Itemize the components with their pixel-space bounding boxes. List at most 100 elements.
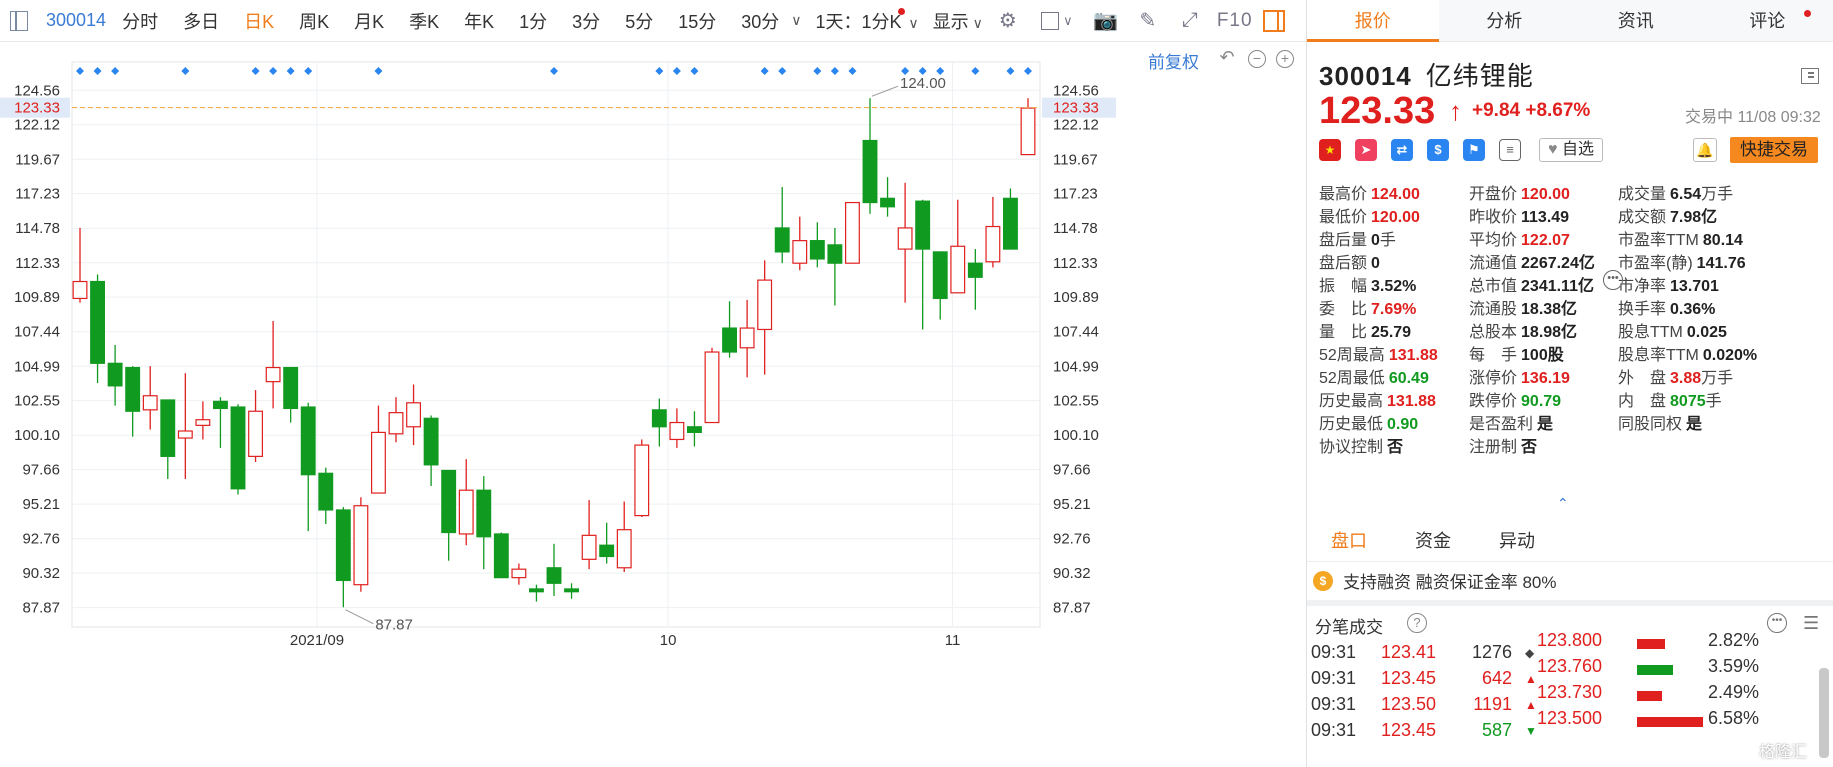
stat-value: 3.52% (1371, 278, 1417, 295)
subtab-orderbook[interactable]: 盘口 (1307, 522, 1391, 561)
stat-value: 0 (1371, 255, 1380, 272)
quote-stat: 流通值 2267.24亿 (1469, 249, 1595, 273)
shuffle-icon[interactable]: ⇄ (1391, 139, 1413, 161)
quick-trade-button[interactable]: 快捷交易 (1730, 137, 1818, 163)
stat-label: 盘后量 (1319, 232, 1368, 249)
camera-icon[interactable]: 📷 (1091, 6, 1121, 36)
stat-value: 25.79 (1371, 324, 1412, 341)
candle-up (581, 534, 597, 560)
stat-label: 历史最高 (1319, 393, 1384, 410)
panel-tabs: 报价 分析 资讯 评论 (1307, 0, 1833, 42)
candle-down (441, 469, 457, 534)
event-marker (901, 67, 910, 75)
candle-up (353, 505, 369, 586)
stat-label: 总市值 (1469, 278, 1518, 295)
y-tick-right: 107.44 (1053, 324, 1099, 341)
stock-name: 亿纬锂能 (1425, 61, 1534, 91)
period-quarter-k[interactable]: 季K (409, 8, 439, 34)
period-combo-select[interactable]: 1天：1分K (816, 7, 919, 34)
help-icon[interactable]: ? (1407, 613, 1427, 633)
stat-value: 是 (1537, 416, 1554, 433)
event-marker (550, 67, 558, 75)
fullscreen-icon[interactable]: ⤢ (1175, 6, 1205, 36)
candlestick-chart: 124.56 124.56 122.12 122.12 119.67 119.67 117.… (0, 61, 1116, 649)
f10-button[interactable]: F10 (1217, 10, 1253, 32)
tab-quote[interactable]: 报价 (1307, 0, 1439, 42)
period-30min[interactable]: 30分 (741, 8, 779, 34)
stat-value: 13.701 (1670, 278, 1719, 295)
stat-value: 8075手 (1670, 393, 1722, 410)
stat-label: 成交量 (1618, 186, 1667, 203)
stat-label: 注册制 (1469, 439, 1518, 456)
candle-up (142, 395, 158, 411)
collapse-chevron-icon[interactable]: ⌃ (1557, 495, 1569, 512)
stock-code-link[interactable]: 300014 (46, 10, 106, 31)
quote-stat: 成交量 6.54万手 (1618, 180, 1733, 204)
period-3min[interactable]: 3分 (572, 8, 600, 34)
price-ladder-row[interactable]: 123.500 6.58% (1537, 708, 1827, 738)
subtab-fund[interactable]: 资金 (1391, 522, 1475, 561)
period-15min[interactable]: 15分 (678, 8, 716, 34)
runner-icon[interactable]: ➤ (1355, 139, 1377, 161)
tick-list-scrollbar[interactable] (1819, 668, 1829, 758)
draw-pen-icon[interactable]: ✎ (1133, 6, 1163, 36)
event-marker (251, 67, 260, 75)
period-1min[interactable]: 1分 (519, 8, 547, 34)
event-marker (848, 67, 857, 75)
stat-value: 90.79 (1521, 393, 1562, 410)
period-multiday[interactable]: 多日 (183, 8, 219, 34)
event-marker (830, 67, 839, 75)
candle-down (107, 362, 123, 387)
tag-icon[interactable]: ⚑ (1463, 139, 1485, 161)
candle-down (283, 366, 299, 410)
sidebar-toggle-icon[interactable] (10, 10, 28, 31)
period-week-k[interactable]: 周K (299, 8, 329, 34)
stat-value: 7.98亿 (1670, 209, 1718, 226)
period-day-k[interactable]: 日K (244, 8, 274, 34)
y-tick-left: 92.76 (22, 531, 60, 548)
overlay-select-icon[interactable]: ∨ (1035, 6, 1079, 36)
candle-down (318, 472, 334, 511)
bell-icon[interactable]: 🔔 (1693, 138, 1717, 162)
subtab-movement[interactable]: 异动 (1475, 522, 1559, 561)
quote-stat: 昨收价 113.49 (1469, 203, 1569, 227)
tick-volume: 1276 (1471, 642, 1512, 662)
candle-up (458, 489, 474, 535)
dollar-icon[interactable]: $ (1427, 139, 1449, 161)
stat-label: 市净率 (1618, 278, 1667, 295)
more-options-icon[interactable]: ••• (1767, 613, 1787, 633)
period-year-k[interactable]: 年K (464, 8, 494, 34)
display-dropdown[interactable]: 显示 (933, 8, 983, 34)
china-flag-icon[interactable]: ★ (1319, 139, 1341, 161)
kline-chart-area[interactable]: 前复权 ↶ − + 124.56 124.56 122.12 122.12 119.67… (0, 42, 1306, 767)
tab-news[interactable]: 资讯 (1570, 0, 1702, 41)
quote-stat: 是否盈利是 (1469, 410, 1553, 434)
tick-direction-icon: ▼ (1525, 724, 1537, 738)
tab-analysis[interactable]: 分析 (1439, 0, 1571, 41)
candle-down (546, 567, 562, 584)
period-5min[interactable]: 5分 (625, 8, 653, 34)
period-month-k[interactable]: 月K (354, 8, 384, 34)
menu-icon[interactable]: ☰ (1803, 614, 1819, 632)
stat-unit: 万手 (1701, 370, 1734, 387)
stat-label: 平均价 (1469, 232, 1518, 249)
tick-volume: 587 (1481, 720, 1512, 740)
right-panel-toggle-icon[interactable] (1262, 9, 1285, 32)
settings-gear-icon[interactable]: ⚙ (993, 6, 1023, 36)
price-tag-right: 123.33 (1053, 100, 1099, 117)
stat-value: 120.00 (1371, 209, 1420, 226)
quote-stat: 盘后额 0 (1319, 249, 1380, 273)
stat-value: 3.88万手 (1670, 370, 1734, 387)
period-more-dropdown[interactable]: ∨ (791, 12, 801, 29)
period-minute[interactable]: 分时 (122, 8, 158, 34)
tick-list[interactable]: 09:31123.30888▲09:31123.411276◆09:31123.… (1307, 632, 1833, 767)
add-watchlist-button[interactable]: ♥ 自选 (1539, 138, 1603, 162)
layout-icon[interactable] (1801, 68, 1819, 84)
more-icon[interactable]: ••• (1603, 270, 1623, 290)
margin-text: 支持融资 融资保证金率 80% (1343, 573, 1557, 592)
tab-comments[interactable]: 评论 (1702, 0, 1833, 41)
candle-down (528, 588, 544, 593)
y-tick-left: 104.99 (14, 358, 60, 375)
candle-up (616, 529, 632, 569)
document-icon[interactable]: ≡ (1499, 139, 1521, 161)
